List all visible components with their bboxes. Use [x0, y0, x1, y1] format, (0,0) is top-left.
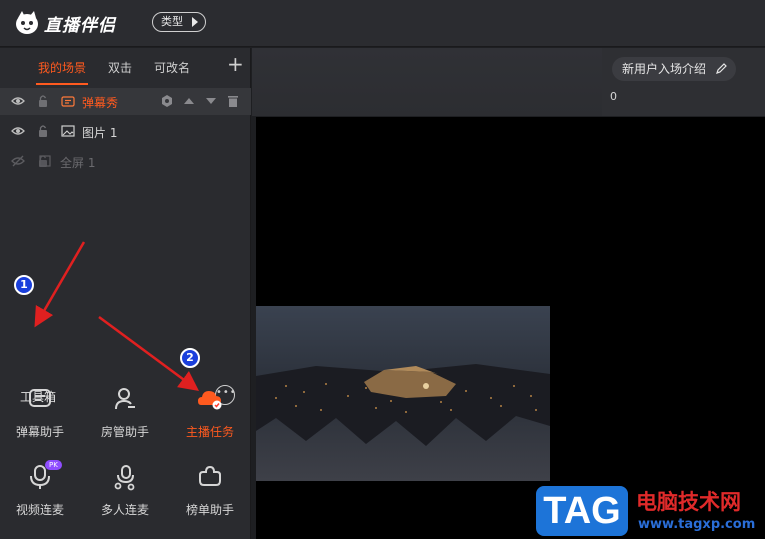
watermark: TAG 电脑技术网 www.tagxp.com — [536, 484, 765, 539]
watermark-url: www.tagxp.com — [638, 517, 756, 532]
watermark-site-name: 电脑技术网 — [636, 490, 741, 514]
step-badge-2: 2 — [180, 348, 200, 368]
annotation-overlay — [34, 241, 200, 391]
step-badge-1: 1 — [14, 275, 34, 295]
annotation-arrow-1 — [34, 241, 86, 328]
watermark-tag: TAG — [536, 486, 628, 536]
